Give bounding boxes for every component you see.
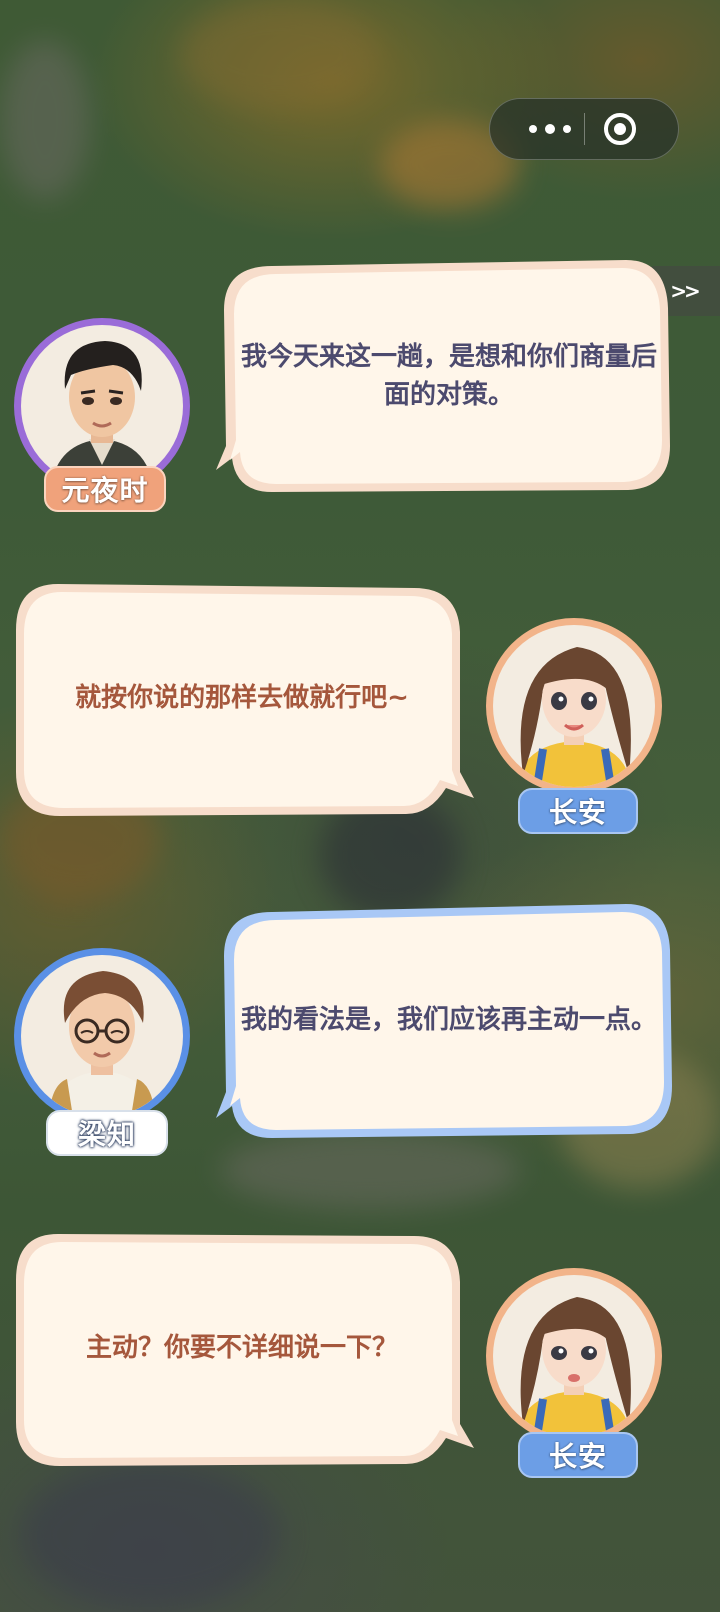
background-scenery [0,40,90,200]
capsule-divider [584,113,585,145]
dialogue-text: 我今天来这一趟，是想和你们商量后面的对策。 [240,342,657,410]
speaker-name-tag: 梁知 [46,1110,168,1156]
target-circle-icon[interactable] [602,111,638,147]
speaker-name-tag: 长安 [518,788,638,834]
speaker-avatar-changan [486,1268,662,1444]
speech-bubble[interactable]: 我今天来这一趟，是想和你们商量后面的对策。 [212,256,674,496]
speech-bubble[interactable]: 就按你说的那样去做就行吧~ [10,576,476,820]
speaker-avatar-changan [486,618,662,794]
speaker-name-tag: 长安 [518,1432,638,1478]
dialogue-text: 就按你说的那样去做就行吧~ [75,683,409,713]
background-scenery [220,1130,520,1210]
dialogue-text: 主动？你要不详细说一下？ [85,1333,398,1363]
speaker-name-tag: 元夜时 [44,466,166,512]
speech-bubble[interactable]: 我的看法是，我们应该再主动一点。 [212,900,674,1142]
speaker-avatar-liangzhi [14,948,190,1124]
background-scenery [20,1460,280,1610]
background-scenery [180,0,380,110]
mini-program-capsule [489,98,679,160]
speech-bubble[interactable]: 主动？你要不详细说一下？ [10,1224,476,1470]
more-dots-icon[interactable] [516,99,584,159]
dialogue-text: 我的看法是，我们应该再主动一点。 [240,1005,657,1035]
